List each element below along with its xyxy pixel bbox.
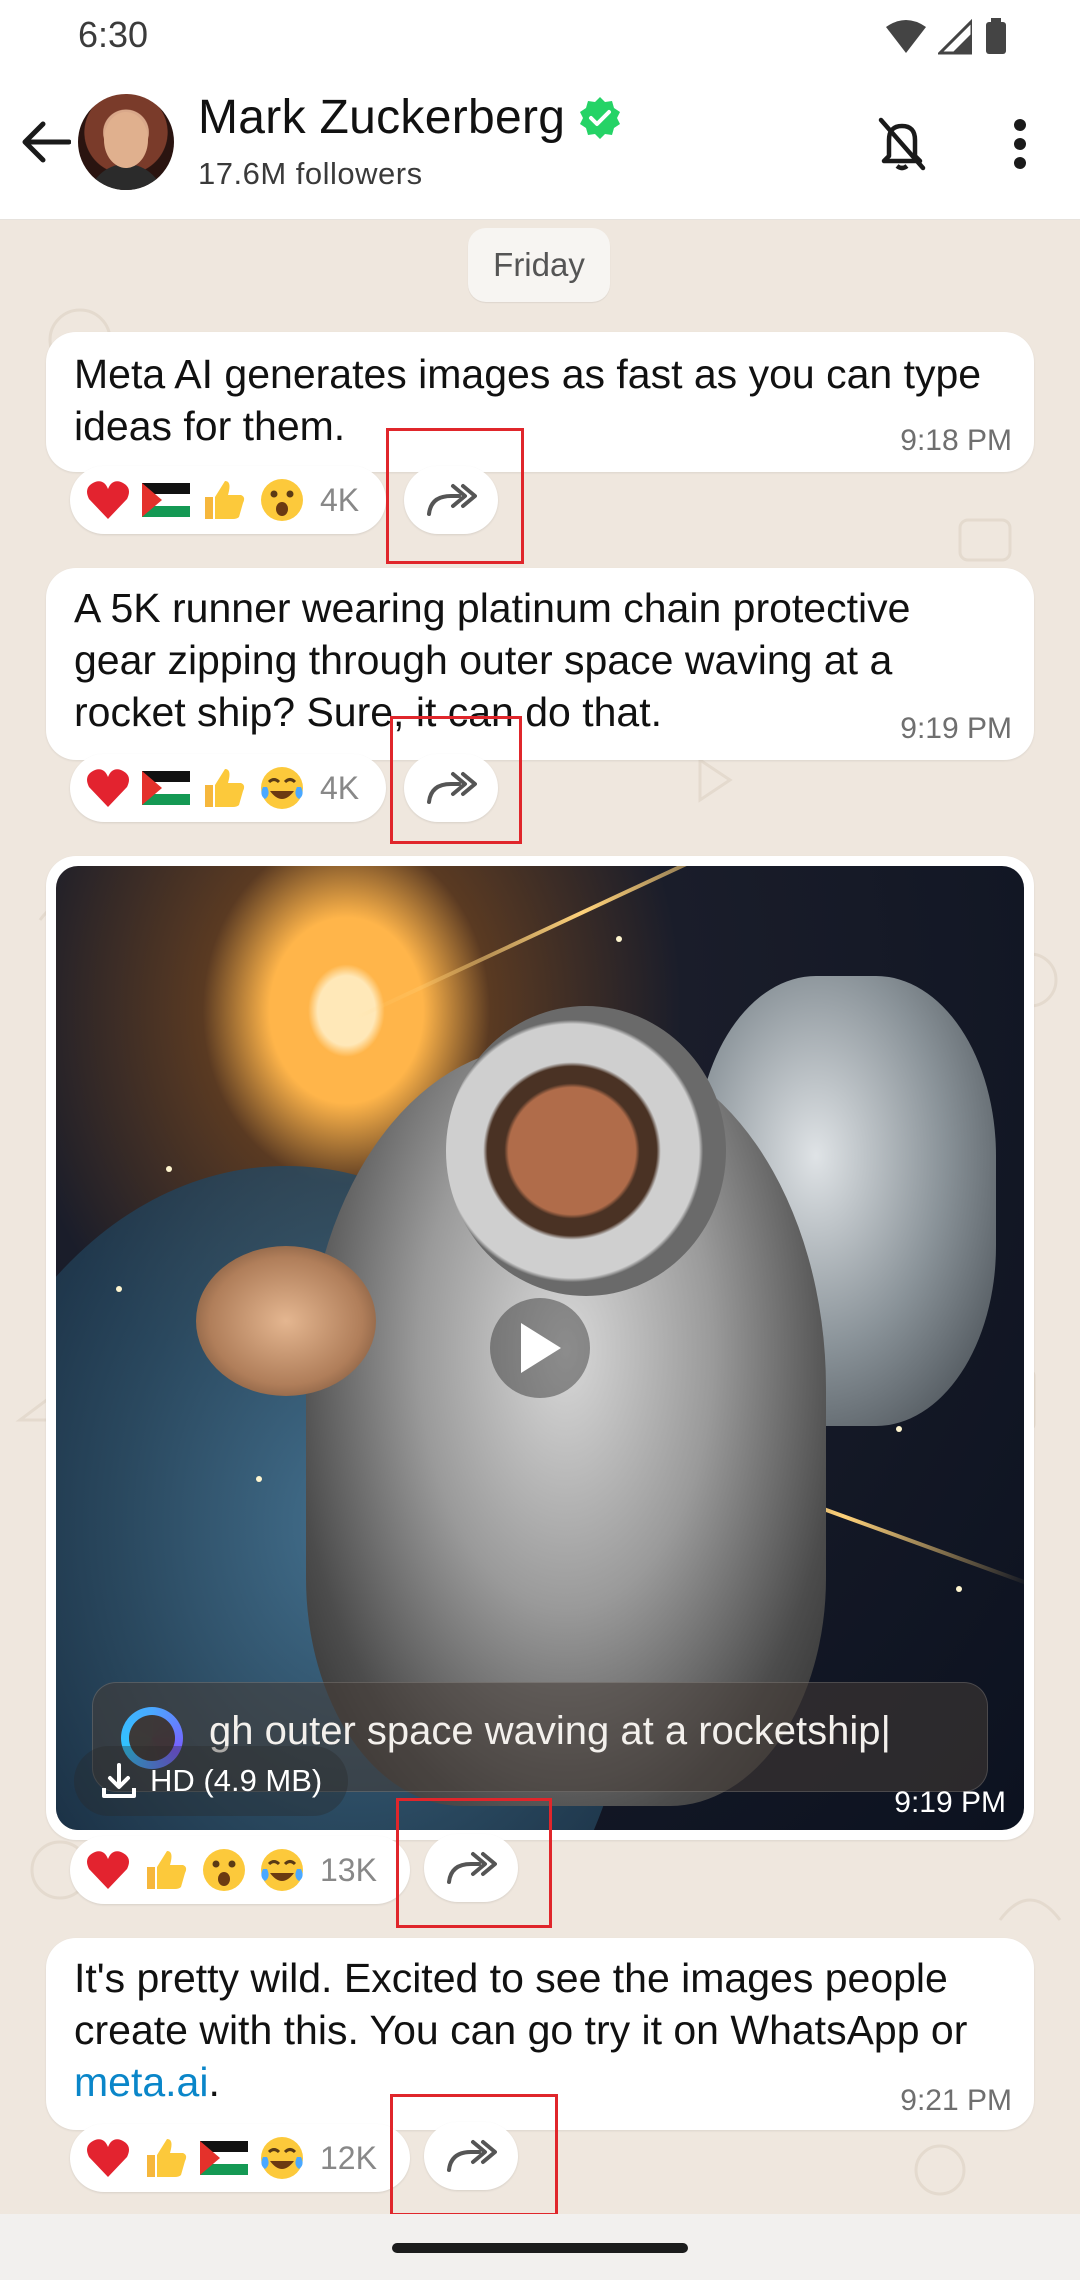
- date-divider: Friday: [468, 228, 610, 302]
- cellular-signal-icon: [938, 19, 972, 55]
- status-icons: [886, 18, 1008, 56]
- hd-size-label: HD (4.9 MB): [150, 1763, 323, 1798]
- surprised-face-icon: [258, 476, 306, 524]
- star: [116, 1286, 122, 1292]
- tears-of-joy-icon: [258, 1846, 306, 1894]
- message-text: It's pretty wild. Excited to see the ima…: [74, 1952, 994, 2108]
- message-time: 9:18 PM: [900, 424, 1012, 457]
- red-heart-icon: [84, 476, 132, 524]
- system-nav-bar: [0, 2214, 1080, 2280]
- channel-name-row[interactable]: Mark Zuckerberg: [198, 90, 623, 145]
- surprised-face-icon: [200, 1846, 248, 1894]
- thumbs-up-icon: [142, 2134, 190, 2182]
- message-time: 9:19 PM: [900, 712, 1012, 745]
- hd-download-button[interactable]: HD (4.9 MB): [74, 1746, 349, 1816]
- meta-ai-link[interactable]: meta.ai: [74, 2059, 208, 2105]
- reaction-count: 13K: [320, 1851, 377, 1888]
- tears-of-joy-icon: [258, 2134, 306, 2182]
- highlight-box: [396, 1798, 552, 1928]
- arrow-left-icon: [22, 121, 71, 163]
- message-time: 9:19 PM: [894, 1786, 1006, 1819]
- message-text: A 5K runner wearing platinum chain prote…: [74, 585, 911, 735]
- date-label: Friday: [493, 246, 585, 283]
- more-vertical-icon: [1014, 119, 1026, 169]
- tears-of-joy-icon: [258, 764, 306, 812]
- palestine-flag-icon: [142, 764, 190, 812]
- channel-header: Mark Zuckerberg 17.6M followers: [0, 72, 1080, 220]
- mute-notifications-button[interactable]: [870, 112, 934, 176]
- reactions-bar[interactable]: 13K: [70, 1836, 410, 1904]
- reaction-count: 4K: [320, 769, 360, 806]
- star: [616, 936, 622, 942]
- star: [956, 1586, 962, 1592]
- red-heart-icon: [84, 2134, 132, 2182]
- palestine-flag-icon: [142, 476, 190, 524]
- light-flare: [355, 866, 810, 1020]
- highlight-box: [386, 428, 524, 564]
- thumbs-up-icon: [200, 764, 248, 812]
- download-icon: [102, 1763, 136, 1798]
- status-bar: 6:30: [0, 0, 1080, 72]
- message-text-part: .: [208, 2059, 220, 2105]
- reactions-bar[interactable]: 4K: [70, 754, 386, 822]
- play-button[interactable]: [490, 1298, 590, 1398]
- thumbs-up-icon: [142, 1846, 190, 1894]
- video-message-bubble[interactable]: gh outer space waving at a rocketship| H…: [46, 856, 1034, 1840]
- status-time: 6:30: [78, 14, 149, 55]
- message-text-part: It's pretty wild. Excited to see the ima…: [74, 1955, 968, 2053]
- avatar-face: [104, 112, 148, 168]
- highlight-box: [390, 716, 522, 844]
- reaction-count: 12K: [320, 2139, 377, 2176]
- wifi-icon: [886, 20, 926, 53]
- follower-count: 17.6M followers: [198, 156, 423, 191]
- message-time: 9:21 PM: [900, 2084, 1012, 2117]
- astronaut-hand-image: [196, 1246, 376, 1396]
- reactions-bar[interactable]: 4K: [70, 466, 386, 534]
- star: [896, 1426, 902, 1432]
- highlight-box: [390, 2094, 558, 2216]
- message-bubble[interactable]: A 5K runner wearing platinum chain prote…: [46, 568, 1034, 760]
- play-icon: [521, 1323, 561, 1373]
- palestine-flag-icon: [200, 2134, 248, 2182]
- bell-off-icon: [878, 117, 926, 171]
- astronaut-helmet-image: [446, 1006, 726, 1296]
- channel-name: Mark Zuckerberg: [198, 91, 566, 144]
- red-heart-icon: [84, 1846, 132, 1894]
- video-thumbnail[interactable]: gh outer space waving at a rocketship| H…: [56, 866, 1024, 1830]
- battery-icon: [986, 18, 1006, 54]
- message-bubble[interactable]: Meta AI generates images as fast as you …: [46, 332, 1034, 472]
- message-text: Meta AI generates images as fast as you …: [74, 351, 982, 449]
- star: [166, 1166, 172, 1172]
- thumbs-up-icon: [200, 476, 248, 524]
- home-gesture-handle[interactable]: [392, 2243, 688, 2253]
- red-heart-icon: [84, 764, 132, 812]
- more-options-button[interactable]: [990, 112, 1050, 176]
- reaction-count: 4K: [320, 481, 360, 518]
- reactions-bar[interactable]: 12K: [70, 2124, 410, 2192]
- star: [256, 1476, 262, 1482]
- channel-avatar[interactable]: [78, 94, 174, 190]
- verified-badge-icon: [580, 96, 621, 139]
- back-button[interactable]: [16, 112, 76, 172]
